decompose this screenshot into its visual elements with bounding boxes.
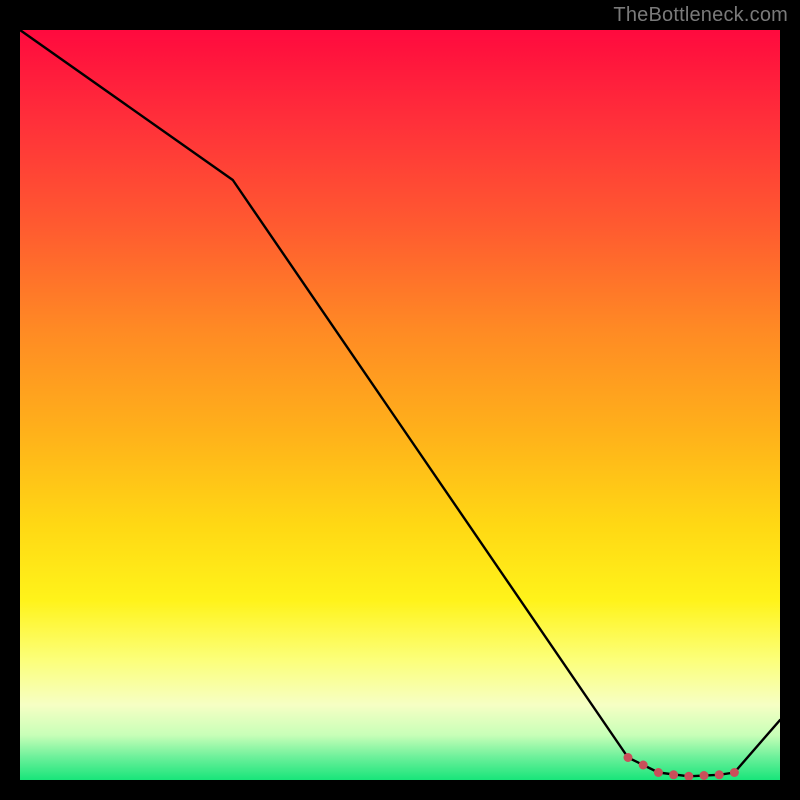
marker-dot — [715, 770, 724, 779]
attribution-label: TheBottleneck.com — [613, 4, 788, 27]
chart-svg — [20, 30, 780, 780]
marker-dot — [669, 770, 678, 779]
marker-dot — [684, 772, 693, 780]
marker-dot — [639, 761, 648, 770]
marker-dot — [624, 753, 633, 762]
curve-line — [20, 30, 780, 776]
marker-dot — [730, 768, 739, 777]
chart-frame: TheBottleneck.com — [0, 0, 800, 800]
marker-dot — [700, 771, 709, 780]
plot-area — [20, 30, 780, 780]
marker-dot — [654, 768, 663, 777]
